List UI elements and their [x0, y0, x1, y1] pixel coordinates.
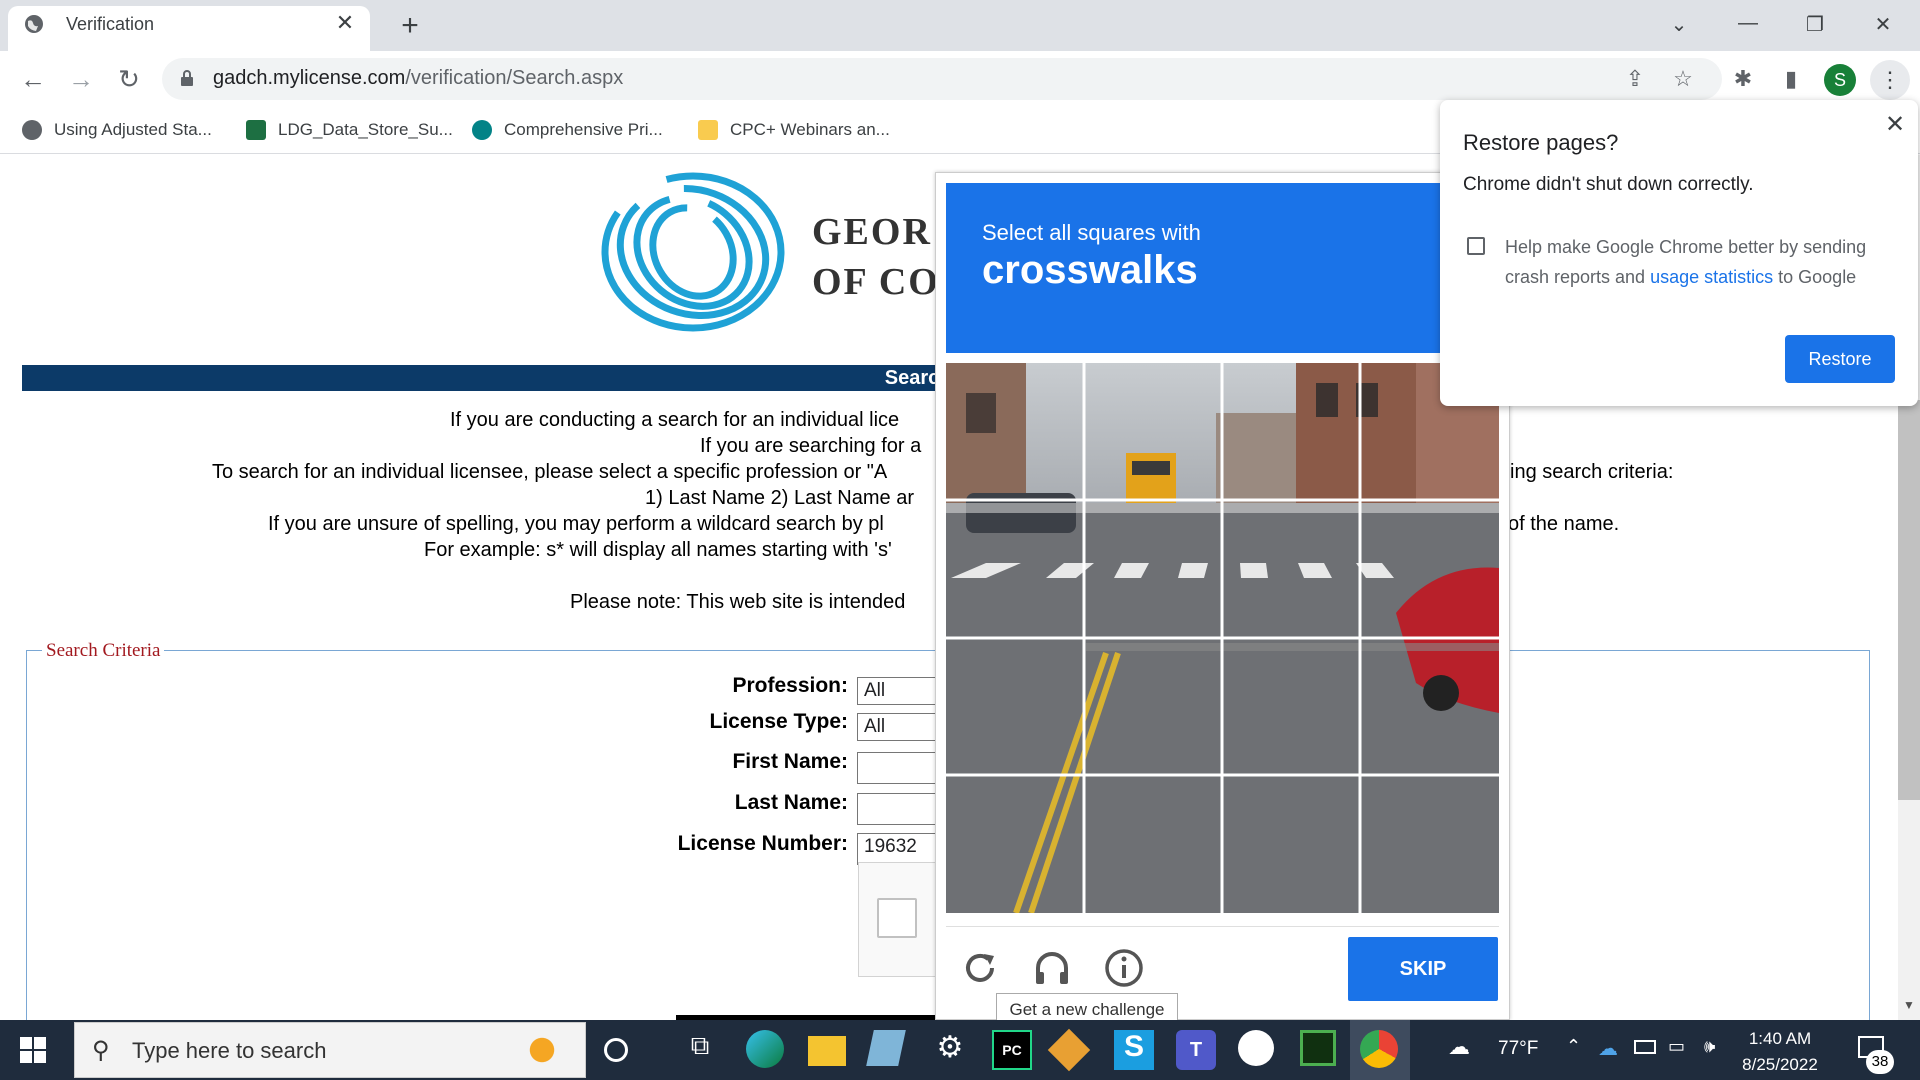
- extensions-icon[interactable]: ✱: [1728, 64, 1758, 94]
- crash-report-label: Help make Google Chrome better by sendin…: [1505, 237, 1867, 287]
- recaptcha-checkbox[interactable]: [877, 898, 917, 938]
- intro-line: For example: s* will display all names s…: [424, 539, 892, 561]
- notification-count-badge: 38: [1866, 1050, 1894, 1074]
- intro-line: 1) Last Name 2) Last Name ar: [645, 487, 914, 509]
- teams-icon[interactable]: T: [1176, 1030, 1216, 1070]
- restore-message: Chrome didn't shut down correctly.: [1463, 174, 1754, 195]
- tab-title: Verification: [66, 14, 155, 34]
- edge-icon[interactable]: [746, 1030, 784, 1068]
- captcha-footer-divider: [946, 926, 1499, 927]
- system-clock[interactable]: 1:40 AM 8/25/2022: [1730, 1026, 1830, 1078]
- bookmark-item[interactable]: CPC+ Webinars an...: [698, 115, 890, 145]
- captcha-image-grid[interactable]: [946, 363, 1499, 913]
- cloud-weather-icon: ☁: [1448, 1034, 1470, 1059]
- intro-line: ing search criteria:: [1510, 461, 1674, 483]
- restore-button[interactable]: Restore: [1785, 335, 1895, 383]
- chrome-icon[interactable]: [1360, 1030, 1398, 1068]
- forward-icon[interactable]: →: [64, 62, 98, 96]
- side-panel-icon[interactable]: ▮: [1776, 64, 1806, 94]
- close-icon[interactable]: ✕: [1882, 110, 1908, 139]
- intro-line: If you are conducting a search for an in…: [450, 409, 900, 431]
- info-icon[interactable]: [1102, 946, 1146, 990]
- lock-icon: [181, 70, 193, 86]
- globe-icon: [25, 15, 43, 33]
- new-tab-button[interactable]: +: [392, 9, 428, 43]
- network-icon[interactable]: ▭: [1668, 1036, 1685, 1057]
- restore-window-button[interactable]: ❐: [1800, 12, 1830, 37]
- scrollbar-thumb[interactable]: [1898, 400, 1920, 800]
- sharepoint-s-icon[interactable]: S: [1114, 1030, 1154, 1070]
- sharepoint-icon: [472, 120, 492, 140]
- bookmark-item[interactable]: Using Adjusted Sta...: [22, 115, 212, 145]
- battery-icon[interactable]: [1634, 1040, 1656, 1054]
- back-icon[interactable]: ←: [16, 62, 50, 96]
- license-type-label: License Type:: [709, 710, 849, 733]
- settings-gear-icon[interactable]: ⚙: [930, 1030, 970, 1070]
- task-view-icon[interactable]: ⧉: [680, 1030, 720, 1070]
- file-explorer-icon[interactable]: [808, 1036, 846, 1066]
- first-name-label: First Name:: [732, 750, 848, 773]
- org-name: GEOR OF CO: [812, 211, 940, 303]
- profile-avatar[interactable]: S: [1824, 64, 1856, 96]
- weather-temp[interactable]: 77°F: [1498, 1038, 1538, 1060]
- license-number-label: License Number:: [677, 832, 848, 855]
- browser-tab[interactable]: [8, 6, 370, 51]
- slack-icon[interactable]: [1238, 1030, 1274, 1066]
- taskbar-search-placeholder: Type here to search: [132, 1038, 327, 1063]
- tab-search-icon[interactable]: ⌄: [1664, 12, 1694, 37]
- reload-icon[interactable]: ↻: [112, 62, 146, 96]
- minimize-button[interactable]: —: [1733, 12, 1763, 35]
- search-criteria-legend: Search Criteria: [42, 640, 165, 662]
- search-icon: ⚲: [92, 1037, 110, 1064]
- audio-challenge-icon[interactable]: [1030, 946, 1074, 990]
- search-highlight-icon: [520, 1030, 564, 1070]
- share-icon[interactable]: ⇪: [1620, 64, 1650, 94]
- reload-challenge-icon[interactable]: [958, 946, 1002, 990]
- pycharm-icon[interactable]: PC: [992, 1030, 1032, 1070]
- chrome-menu-icon[interactable]: ⋮: [1870, 60, 1910, 100]
- volume-icon[interactable]: 🕪: [1704, 1036, 1715, 1057]
- skip-button[interactable]: SKIP: [1348, 937, 1498, 1001]
- excel-icon: [246, 120, 266, 140]
- globe-icon: [22, 120, 42, 140]
- restore-title: Restore pages?: [1463, 130, 1619, 155]
- captcha-target: crosswalks: [982, 248, 1198, 292]
- bookmark-item[interactable]: LDG_Data_Store_Su...: [246, 115, 453, 145]
- tab-close-icon[interactable]: ✕: [332, 10, 358, 36]
- intro-line: If you are unsure of spelling, you may p…: [268, 513, 884, 535]
- board-logo: [601, 172, 785, 332]
- intro-line: of the name.: [1508, 513, 1620, 535]
- onedrive-icon[interactable]: ☁: [1598, 1036, 1618, 1061]
- url-text[interactable]: gadch.mylicense.com/verification/Search.…: [213, 67, 623, 90]
- profession-label: Profession:: [732, 674, 848, 697]
- scroll-down-icon[interactable]: ▼: [1898, 998, 1920, 1018]
- bookmark-item[interactable]: Comprehensive Pri...: [472, 115, 663, 145]
- windows-start-icon[interactable]: [20, 1037, 46, 1063]
- cortana-icon[interactable]: [604, 1038, 628, 1062]
- star-icon[interactable]: ☆: [1668, 64, 1698, 94]
- captcha-instruction: Select all squares with: [982, 220, 1201, 245]
- last-name-label: Last Name:: [734, 791, 848, 814]
- usage-statistics-link[interactable]: usage statistics: [1650, 267, 1773, 287]
- folder-icon: [698, 120, 718, 140]
- intro-line: To search for an individual licensee, pl…: [212, 461, 888, 483]
- intro-line: If you are searching for a: [700, 435, 922, 457]
- intro-line: Please note: This web site is intended: [570, 591, 906, 613]
- media-player-icon[interactable]: [1300, 1030, 1336, 1066]
- close-window-button[interactable]: ✕: [1868, 12, 1898, 37]
- crash-report-checkbox[interactable]: [1467, 237, 1485, 255]
- chevron-up-icon[interactable]: ⌃: [1566, 1036, 1581, 1057]
